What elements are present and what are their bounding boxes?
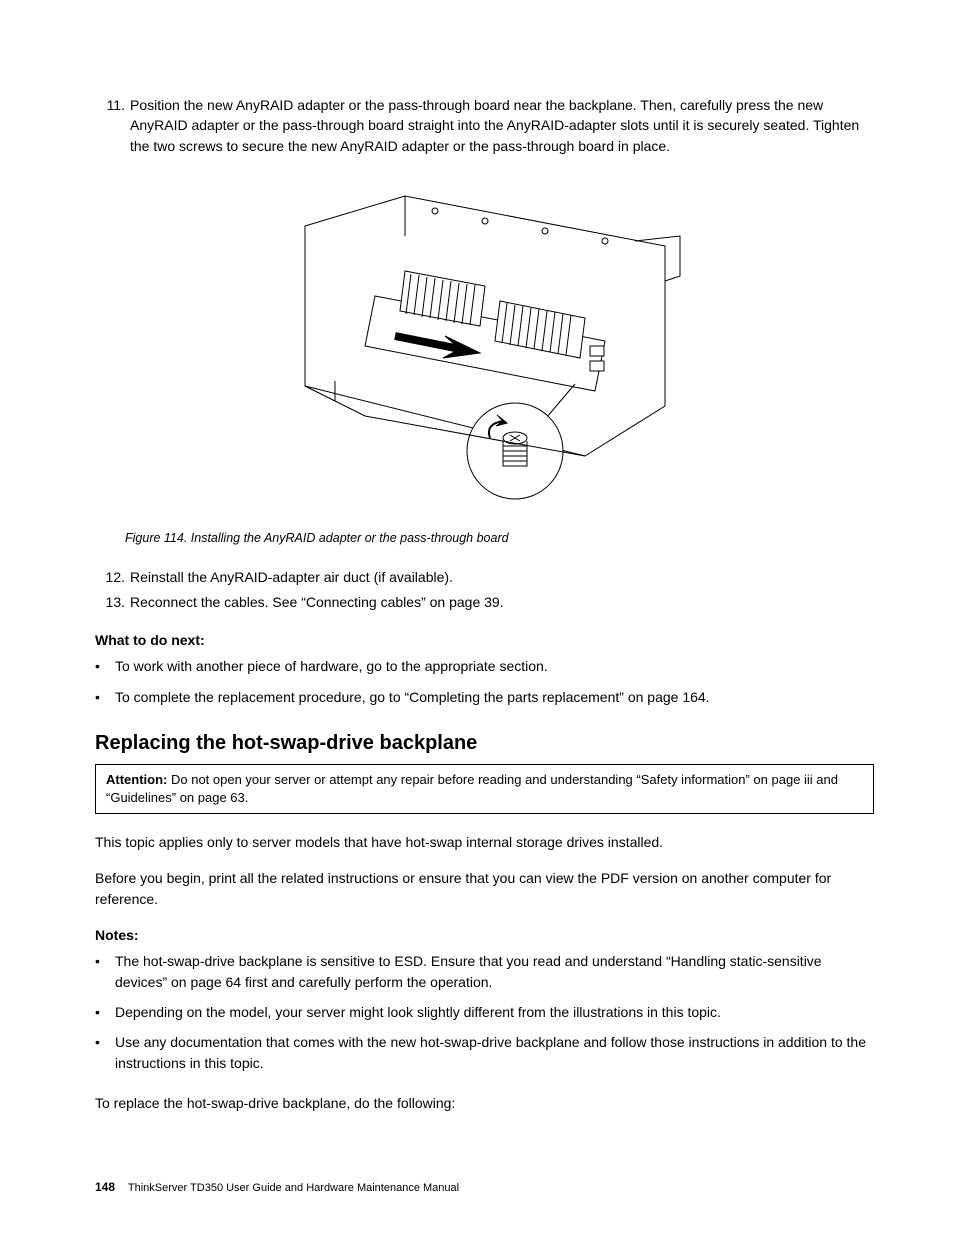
item-text: To work with another piece of hardware, … xyxy=(115,656,548,676)
item-text: Use any documentation that comes with th… xyxy=(115,1032,874,1073)
attention-text: Do not open your server or attempt any r… xyxy=(106,772,838,805)
notes-list: •The hot-swap-drive backplane is sensiti… xyxy=(95,951,874,1072)
steps-after-figure: 12. Reinstall the AnyRAID-adapter air du… xyxy=(95,567,874,612)
list-item: •Use any documentation that comes with t… xyxy=(95,1032,874,1073)
figure-114: Figure 114. Installing the AnyRAID adapt… xyxy=(95,186,874,547)
list-item: •Depending on the model, your server mig… xyxy=(95,1002,874,1022)
step-13: 13. Reconnect the cables. See “Connectin… xyxy=(95,592,874,612)
step-text: Position the new AnyRAID adapter or the … xyxy=(130,95,874,156)
item-text: Depending on the model, your server migh… xyxy=(115,1002,721,1022)
paragraph: This topic applies only to server models… xyxy=(95,832,874,852)
bullet-icon: • xyxy=(95,656,115,676)
step-12: 12. Reinstall the AnyRAID-adapter air du… xyxy=(95,567,874,587)
adapter-diagram-icon xyxy=(285,186,685,511)
step-number: 12. xyxy=(95,567,125,587)
step-11: 11. Position the new AnyRAID adapter or … xyxy=(95,95,874,156)
item-text: The hot-swap-drive backplane is sensitiv… xyxy=(115,951,874,992)
list-item: •To work with another piece of hardware,… xyxy=(95,656,874,676)
bullet-icon: • xyxy=(95,1032,115,1073)
bullet-icon: • xyxy=(95,951,115,992)
step-number: 11. xyxy=(95,95,125,156)
bullet-icon: • xyxy=(95,687,115,707)
page-number: 148 xyxy=(95,1180,115,1194)
step-number: 13. xyxy=(95,592,125,612)
step-text: Reinstall the AnyRAID-adapter air duct (… xyxy=(130,567,453,587)
step-text: Reconnect the cables. See “Connecting ca… xyxy=(130,592,504,612)
steps-before-figure: 11. Position the new AnyRAID adapter or … xyxy=(95,95,874,156)
paragraph: Before you begin, print all the related … xyxy=(95,868,874,909)
list-item: •The hot-swap-drive backplane is sensiti… xyxy=(95,951,874,992)
list-item: •To complete the replacement procedure, … xyxy=(95,687,874,707)
what-to-do-next-header: What to do next: xyxy=(95,630,874,650)
footer-title: ThinkServer TD350 User Guide and Hardwar… xyxy=(128,1182,459,1194)
attention-box: Attention: Do not open your server or at… xyxy=(95,764,874,814)
notes-header: Notes: xyxy=(95,925,874,945)
what-next-list: •To work with another piece of hardware,… xyxy=(95,656,874,707)
bullet-icon: • xyxy=(95,1002,115,1022)
page: 11. Position the new AnyRAID adapter or … xyxy=(0,0,954,1235)
page-footer: 148 ThinkServer TD350 User Guide and Har… xyxy=(95,1179,459,1197)
paragraph: To replace the hot-swap-drive backplane,… xyxy=(95,1093,874,1113)
section-heading: Replacing the hot-swap-drive backplane xyxy=(95,729,874,758)
figure-caption: Figure 114. Installing the AnyRAID adapt… xyxy=(95,529,874,547)
attention-label: Attention: xyxy=(106,772,167,787)
item-text: To complete the replacement procedure, g… xyxy=(115,687,710,707)
